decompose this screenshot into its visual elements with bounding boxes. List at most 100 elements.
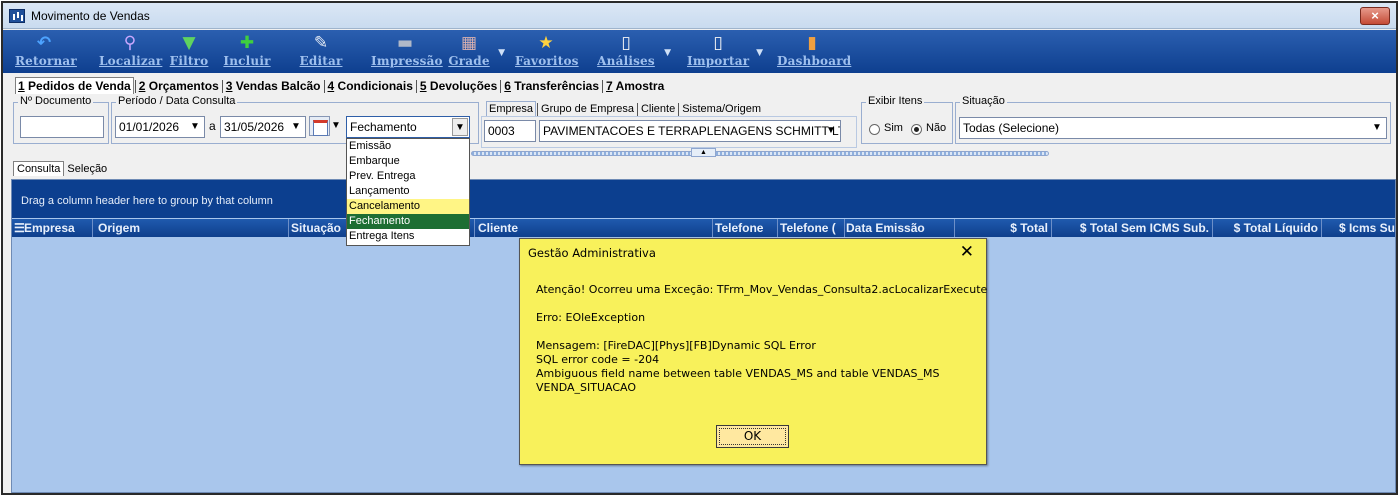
tab-label: Orçamentos <box>145 79 219 93</box>
group-by-panel[interactable]: Drag a column header here to group by th… <box>12 180 1395 218</box>
chevron-down-icon[interactable]: ▼ <box>187 118 203 136</box>
column-divider <box>288 219 289 237</box>
dropdown-option-cancelamento[interactable]: Cancelamento <box>347 199 469 214</box>
nro-documento-label: Nº Documento <box>18 95 94 107</box>
column-empresa[interactable]: Empresa <box>24 221 90 235</box>
dialog-close-icon[interactable]: ✕ <box>960 242 974 262</box>
chevron-down-icon[interactable]: ▼ <box>288 118 304 136</box>
dialog-line: VENDA_SITUACAO <box>536 381 637 394</box>
tab-key: 7 <box>606 79 613 93</box>
chevron-down-icon[interactable]: ▼ <box>498 48 505 58</box>
dialog-line: Erro: EOleException <box>536 311 646 324</box>
tab-selecao[interactable]: Seleção <box>64 162 110 176</box>
column-divider <box>712 219 713 237</box>
tab-transferencias[interactable]: 6 Transferências <box>502 78 601 94</box>
magnifier-icon: ⚲ <box>123 33 137 53</box>
impressao-button[interactable]: ▬ Impressão <box>371 32 443 72</box>
column-total[interactable]: $ Total <box>956 221 1048 235</box>
empresa-name-select[interactable]: PAVIMENTACOES E TERRAPLENAGENS SCHMITT L… <box>539 120 841 142</box>
tab-empresa[interactable]: Empresa <box>486 101 537 116</box>
column-icms-sub[interactable]: $ Icms Su <box>1323 221 1395 235</box>
filtro-label: Filtro <box>169 54 209 68</box>
tab-devolucoes[interactable]: 5 Devoluções <box>418 78 499 94</box>
main-tabs: 1 Pedidos de Venda 2 Orçamentos 3 Vendas B… <box>15 77 666 95</box>
group-by-hint: Drag a column header here to group by th… <box>21 195 273 207</box>
tab-cliente[interactable]: Cliente <box>639 102 677 116</box>
periodo-label: Período / Data Consulta <box>116 95 238 107</box>
importar-button[interactable]: ▯ Importar ▼ <box>687 32 763 72</box>
column-telefone-2[interactable]: Telefone ( <box>780 221 842 235</box>
retornar-button[interactable]: ↶ Retornar <box>15 32 77 72</box>
tab-consulta[interactable]: Consulta <box>13 161 65 176</box>
incluir-label: Incluir <box>223 54 271 68</box>
star-icon: ★ <box>538 33 554 53</box>
column-telefone[interactable]: Telefone <box>715 221 775 235</box>
nro-documento-input[interactable] <box>20 116 104 138</box>
dropdown-option-emissao[interactable]: Emissão <box>347 139 469 154</box>
chevron-up-icon[interactable]: ▲ <box>691 148 716 157</box>
column-total-liquido[interactable]: $ Total Líquido <box>1214 221 1318 235</box>
nao-radio[interactable] <box>911 124 922 135</box>
panel-splitter[interactable] <box>471 151 1049 156</box>
impressao-label: Impressão <box>371 54 443 68</box>
tab-label: Amostra <box>612 79 665 93</box>
tab-amostra[interactable]: 7 Amostra <box>604 78 666 94</box>
editar-label: Editar <box>299 54 343 68</box>
tab-orcamentos[interactable]: 2 Orçamentos <box>137 78 221 94</box>
dropdown-option-embarque[interactable]: Embarque <box>347 154 469 169</box>
column-divider <box>1051 219 1052 237</box>
date-from-input[interactable]: 01/01/2026 ▼ <box>115 116 205 138</box>
tab-grupo-de-empresa[interactable]: Grupo de Empresa <box>539 102 636 116</box>
chevron-down-icon[interactable]: ▼ <box>331 120 341 131</box>
incluir-button[interactable]: ✚ Incluir <box>223 32 271 72</box>
localizar-button[interactable]: ⚲ Localizar <box>99 32 162 72</box>
main-window: Movimento de Vendas × ↶ Retornar ⚲ Local… <box>1 1 1398 495</box>
document-icon: ▯ <box>621 33 631 53</box>
sim-radio[interactable] <box>869 124 880 135</box>
tab-label: Condicionais <box>334 79 413 93</box>
column-divider <box>954 219 955 237</box>
column-divider <box>1321 219 1322 237</box>
chevron-down-icon[interactable]: ▼ <box>756 48 763 58</box>
chevron-down-icon[interactable]: ▼ <box>823 122 839 140</box>
tab-vendas-balcao[interactable]: 3 Vendas Balcão <box>224 78 323 94</box>
plus-icon: ✚ <box>239 33 255 53</box>
editar-button[interactable]: ✎ Editar <box>295 32 347 72</box>
date-type-select[interactable]: Fechamento ▼ <box>346 116 470 138</box>
dropdown-option-prev-entrega[interactable]: Prev. Entrega <box>347 169 469 184</box>
tab-divider <box>221 80 223 94</box>
column-data-emissao[interactable]: Data Emissão <box>846 221 952 235</box>
chevron-down-icon[interactable]: ▼ <box>452 118 468 136</box>
dropdown-option-entrega-itens[interactable]: Entrega Itens <box>347 229 469 244</box>
dropdown-option-fechamento[interactable]: Fechamento <box>347 214 469 229</box>
chevron-down-icon[interactable]: ▼ <box>1369 119 1385 137</box>
filtro-button[interactable]: ▼ Filtro <box>167 32 211 72</box>
edit-icon: ✎ <box>313 33 329 53</box>
dropdown-option-lancamento[interactable]: Lançamento <box>347 184 469 199</box>
column-divider <box>92 219 93 237</box>
grade-button[interactable]: ▦ Grade ▼ <box>447 32 505 72</box>
undo-arrow-icon: ↶ <box>36 33 52 53</box>
situacao-select[interactable]: Todas (Selecione) ▼ <box>959 117 1387 139</box>
printer-icon: ▬ <box>396 33 414 53</box>
analises-button[interactable]: ▯ Análises ▼ <box>595 32 671 72</box>
calendar-icon[interactable] <box>309 116 330 136</box>
window-close-button[interactable]: × <box>1360 7 1390 25</box>
favoritos-button[interactable]: ★ Favoritos <box>515 32 578 72</box>
tab-pedidos-de-venda[interactable]: 1 Pedidos de Venda <box>15 77 134 94</box>
column-origem[interactable]: Origem <box>98 221 286 235</box>
tab-label: Devoluções <box>426 79 498 93</box>
column-cliente[interactable]: Cliente <box>478 221 708 235</box>
tab-divider <box>134 80 136 94</box>
bar-chart-icon: ▮ <box>807 33 817 53</box>
sub-tabs: Consulta Seleção <box>13 161 110 176</box>
ok-button[interactable]: OK <box>716 425 789 448</box>
chevron-down-icon[interactable]: ▼ <box>664 48 671 58</box>
dashboard-button[interactable]: ▮ Dashboard <box>777 32 851 72</box>
empresa-code-input[interactable]: 0003 <box>484 120 536 142</box>
date-to-input[interactable]: 31/05/2026 ▼ <box>220 116 306 138</box>
tab-condicionais[interactable]: 4 Condicionais <box>326 78 415 94</box>
column-total-sem-icms[interactable]: $ Total Sem ICMS Sub. <box>1053 221 1209 235</box>
grade-label: Grade <box>448 54 490 68</box>
tab-sistema-origem[interactable]: Sistema/Origem <box>680 102 763 116</box>
